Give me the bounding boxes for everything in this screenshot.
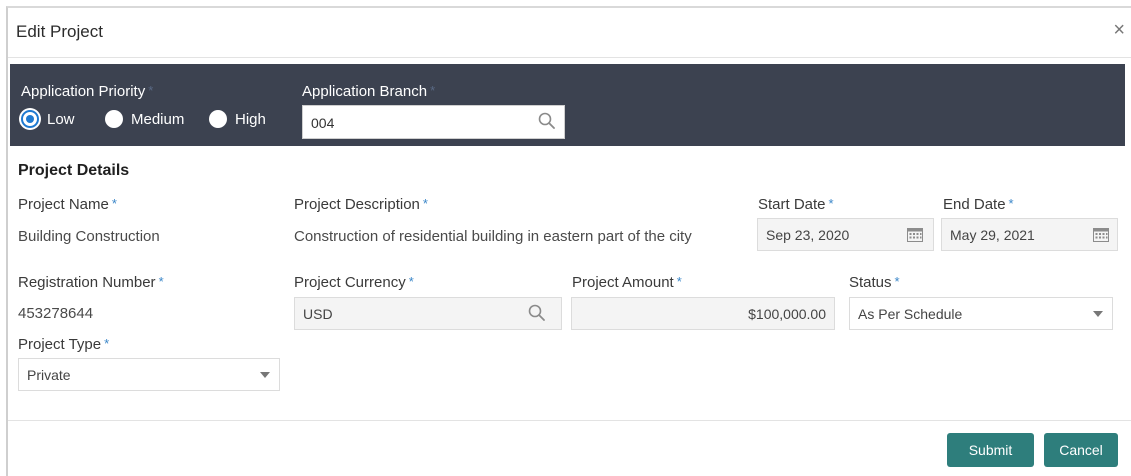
end-date-field[interactable]: May 29, 2021 bbox=[941, 218, 1118, 251]
footer-divider bbox=[8, 420, 1131, 421]
search-icon[interactable] bbox=[527, 303, 547, 323]
priority-radio-low[interactable]: Low bbox=[21, 110, 75, 128]
submit-button[interactable]: Submit bbox=[947, 433, 1034, 467]
priority-radio-medium[interactable]: Medium bbox=[105, 110, 184, 128]
radio-selected-icon bbox=[21, 110, 39, 128]
priority-option-label: Low bbox=[47, 110, 75, 128]
project-amount-label: Project Amount * bbox=[572, 274, 682, 291]
application-branch-label: Application Branch * bbox=[302, 83, 436, 100]
project-name-value: Building Construction bbox=[18, 228, 160, 245]
application-branch-input[interactable]: 004 bbox=[302, 105, 565, 139]
status-select[interactable]: As Per Schedule bbox=[849, 297, 1113, 330]
section-title: Project Details bbox=[18, 162, 130, 179]
application-band: Application Priority * Low Medium High Ap… bbox=[10, 64, 1125, 146]
calendar-icon[interactable] bbox=[1093, 227, 1109, 242]
search-icon[interactable] bbox=[537, 111, 557, 131]
priority-radio-high[interactable]: High bbox=[209, 110, 266, 128]
registration-number-label: Registration Number * bbox=[18, 274, 164, 291]
cancel-button[interactable]: Cancel bbox=[1044, 433, 1118, 467]
priority-option-label: High bbox=[235, 110, 266, 128]
chevron-down-icon[interactable] bbox=[260, 372, 270, 378]
radio-unselected-icon bbox=[105, 110, 123, 128]
chevron-down-icon[interactable] bbox=[1093, 311, 1103, 317]
project-type-select[interactable]: Private bbox=[18, 358, 280, 391]
application-priority-label: Application Priority * bbox=[21, 83, 154, 100]
registration-number-value: 453278644 bbox=[18, 305, 94, 322]
end-date-label: End Date * bbox=[943, 196, 1014, 213]
start-date-label: Start Date * bbox=[758, 196, 834, 213]
project-description-value: Construction of residential building in … bbox=[294, 228, 692, 245]
dialog-header: Edit Project × bbox=[8, 8, 1131, 58]
project-name-label: Project Name * bbox=[18, 196, 117, 213]
project-currency-field[interactable]: USD bbox=[294, 297, 562, 330]
project-amount-field[interactable]: $100,000.00 bbox=[571, 297, 835, 330]
close-icon[interactable]: × bbox=[1113, 20, 1125, 40]
project-description-label: Project Description * bbox=[294, 196, 428, 213]
dialog-title: Edit Project bbox=[16, 22, 103, 41]
project-type-label: Project Type * bbox=[18, 336, 110, 353]
calendar-icon[interactable] bbox=[907, 227, 923, 242]
status-label: Status * bbox=[849, 274, 900, 291]
priority-option-label: Medium bbox=[131, 110, 185, 128]
radio-unselected-icon bbox=[209, 110, 227, 128]
project-currency-label: Project Currency * bbox=[294, 274, 414, 291]
